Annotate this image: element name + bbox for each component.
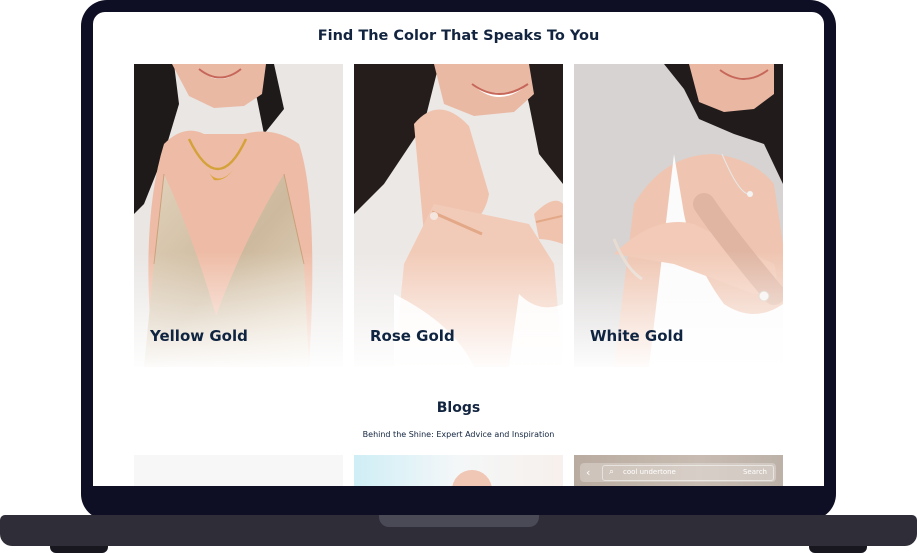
laptop-foot-left xyxy=(50,546,108,553)
rose-gold-model-image xyxy=(354,64,563,367)
blogs-subtitle: Behind the Shine: Expert Advice and Insp… xyxy=(362,430,555,439)
blog-search-bar: ‹ ⌕ cool undertone Search xyxy=(580,463,776,482)
yellow-gold-model-image xyxy=(134,64,343,367)
blog-card[interactable] xyxy=(354,455,563,486)
blog-card[interactable] xyxy=(134,455,343,486)
search-icon: ⌕ xyxy=(609,467,615,477)
screen: Find The Color That Speaks To You Yellow… xyxy=(93,12,824,486)
laptop-foot-right xyxy=(809,546,867,553)
chevron-left-icon: ‹ xyxy=(586,466,591,479)
search-query-text: cool undertone xyxy=(623,468,676,476)
laptop-notch xyxy=(379,515,539,527)
color-card-rose-gold[interactable]: Rose Gold xyxy=(354,64,563,367)
card-label: White Gold xyxy=(590,327,684,345)
card-label: Yellow Gold xyxy=(150,327,248,345)
card-label: Rose Gold xyxy=(370,327,455,345)
hand-image xyxy=(452,470,492,486)
search-button-label: Search xyxy=(742,468,767,476)
color-card-white-gold[interactable]: White Gold xyxy=(574,64,783,367)
section-title: Find The Color That Speaks To You xyxy=(317,28,600,44)
blog-card[interactable]: ‹ ⌕ cool undertone Search xyxy=(574,455,783,486)
color-card-yellow-gold[interactable]: Yellow Gold xyxy=(134,64,343,367)
blogs-title: Blogs xyxy=(436,400,481,416)
white-gold-model-image xyxy=(574,64,783,367)
search-box: ⌕ cool undertone Search xyxy=(602,465,774,481)
